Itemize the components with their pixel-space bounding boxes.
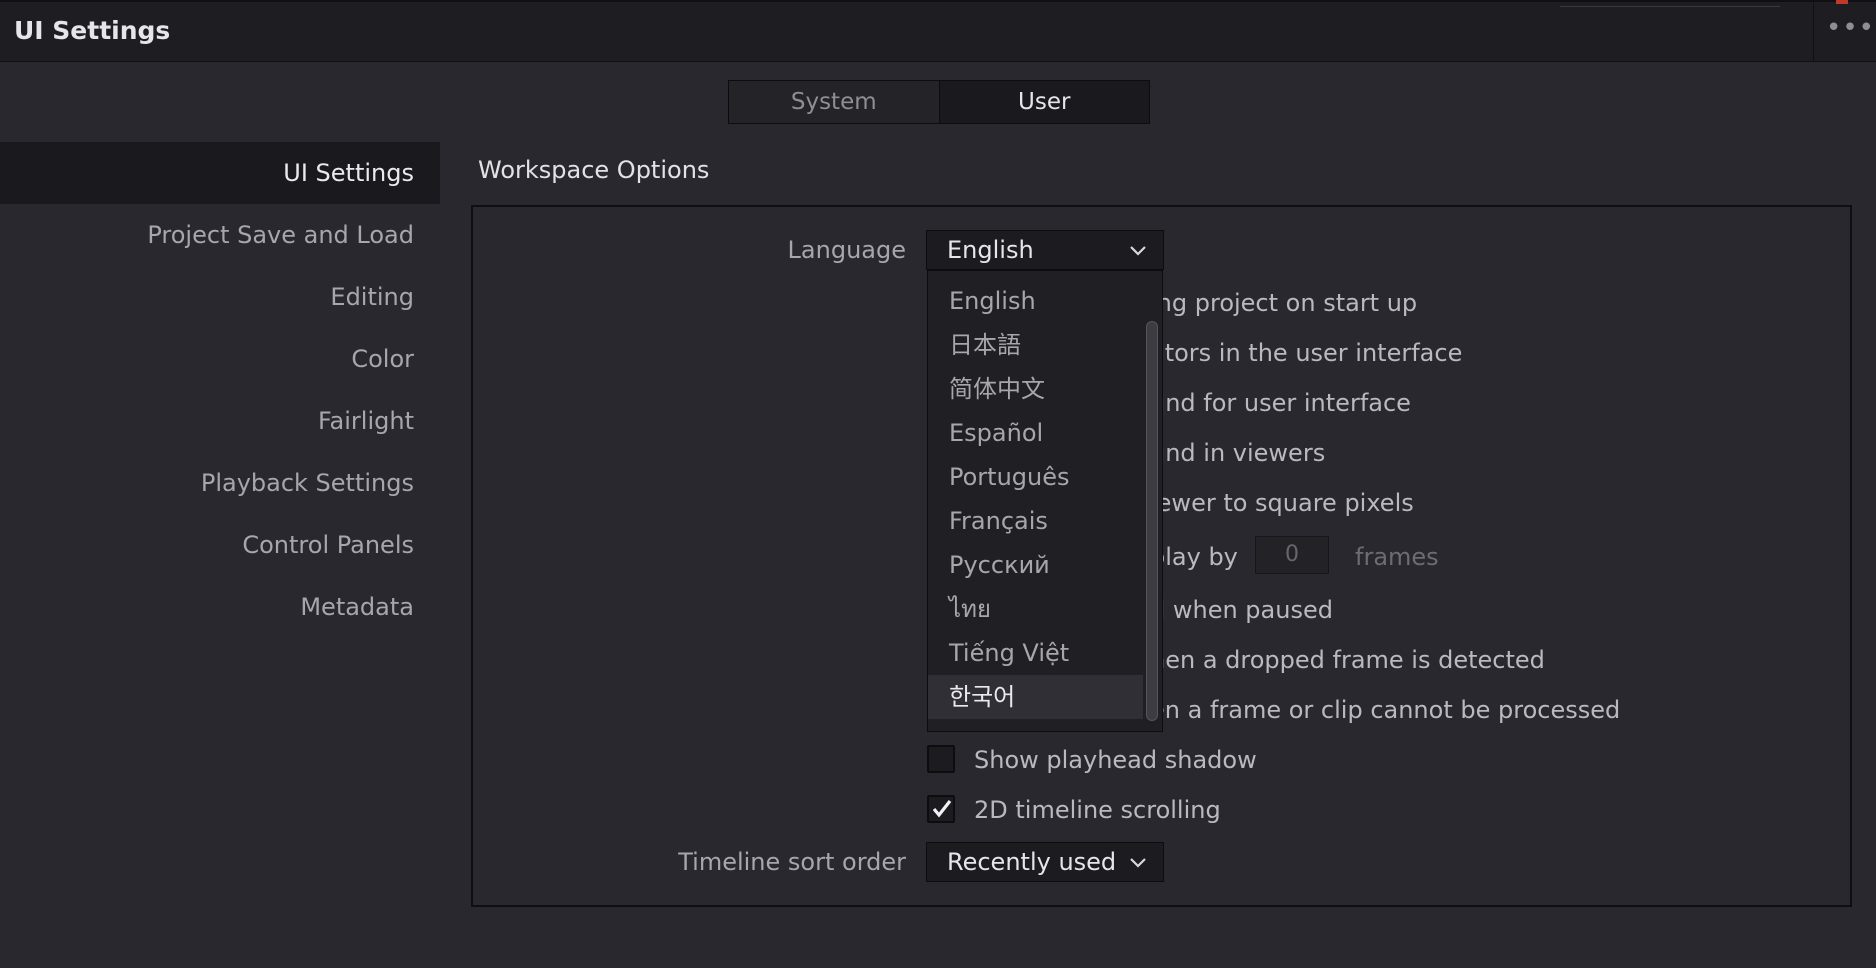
system-user-toggle: System User [728,80,1150,124]
tab-user[interactable]: User [939,81,1149,123]
language-select-value: English [947,236,1034,264]
language-option-thai[interactable]: ไทย [928,587,1143,631]
chevron-down-icon [1130,246,1146,256]
title-bar: UI Settings ••• [0,0,1876,62]
ui-settings-window: UI Settings ••• System User UI Settings … [0,0,1876,968]
2d-timeline-scrolling-label: 2D timeline scrolling [974,796,1221,824]
window-title: UI Settings [14,16,171,45]
option-text: ing project on start up [1150,289,1418,317]
language-option-spanish[interactable]: Español [928,411,1143,455]
sidebar-item-metadata[interactable]: Metadata [0,576,440,638]
section-title: Workspace Options [478,156,710,184]
frames-unit-label: frames [1355,543,1439,571]
timeline-sort-order-select[interactable]: Recently used [926,842,1164,882]
timeline-sort-order-label: Timeline sort order [678,848,906,876]
option-text: und for user interface [1150,389,1411,417]
delay-frames-input[interactable]: 0 [1255,536,1329,574]
top-red-marker [1836,0,1848,4]
sidebar-item-color[interactable]: Color [0,328,440,390]
option-text: en a frame or clip cannot be processed [1150,696,1621,724]
tab-system[interactable]: System [729,81,940,123]
sidebar-item-project-save-and-load[interactable]: Project Save and Load [0,204,440,266]
sidebar-item-editing[interactable]: Editing [0,266,440,328]
language-option-french[interactable]: Français [928,499,1143,543]
2d-timeline-scrolling-checkbox[interactable] [927,795,955,823]
language-option-vietnamese[interactable]: Tiếng Việt [928,631,1143,675]
sidebar-item-playback-settings[interactable]: Playback Settings [0,452,440,514]
option-text: iewer to square pixels [1150,489,1414,517]
option-text: ators in the user interface [1150,339,1463,367]
timeline-sort-order-value: Recently used [947,848,1117,876]
sidebar-item-control-panels[interactable]: Control Panels [0,514,440,576]
language-option-japanese[interactable]: 日本語 [928,323,1143,367]
chevron-down-icon [1130,858,1146,868]
option-text: d when paused [1150,596,1333,624]
language-option-simplified-chinese[interactable]: 简体中文 [928,367,1143,411]
language-option-russian[interactable]: Русский [928,543,1143,587]
title-separator [1813,2,1814,62]
option-text: play by [1150,543,1238,571]
settings-sidebar: UI Settings Project Save and Load Editin… [0,142,440,638]
language-label: Language [787,236,906,264]
language-option-korean[interactable]: 한국어 [928,675,1143,719]
language-option-portuguese[interactable]: Português [928,455,1143,499]
checkmark-icon [932,800,952,818]
dropdown-scrollbar[interactable] [1146,321,1158,721]
show-playhead-shadow-label: Show playhead shadow [974,746,1257,774]
option-text: hen a dropped frame is detected [1150,646,1545,674]
more-options-icon[interactable]: ••• [1826,15,1874,44]
sidebar-item-fairlight[interactable]: Fairlight [0,390,440,452]
language-dropdown-list: English 日本語 简体中文 Español Português Franç… [927,270,1163,732]
top-strip [1560,0,1780,7]
sidebar-item-ui-settings[interactable]: UI Settings [0,142,440,204]
language-option-english[interactable]: English [928,279,1143,323]
option-text: und in viewers [1150,439,1326,467]
language-select[interactable]: English [926,230,1164,270]
show-playhead-shadow-checkbox[interactable] [927,745,955,773]
